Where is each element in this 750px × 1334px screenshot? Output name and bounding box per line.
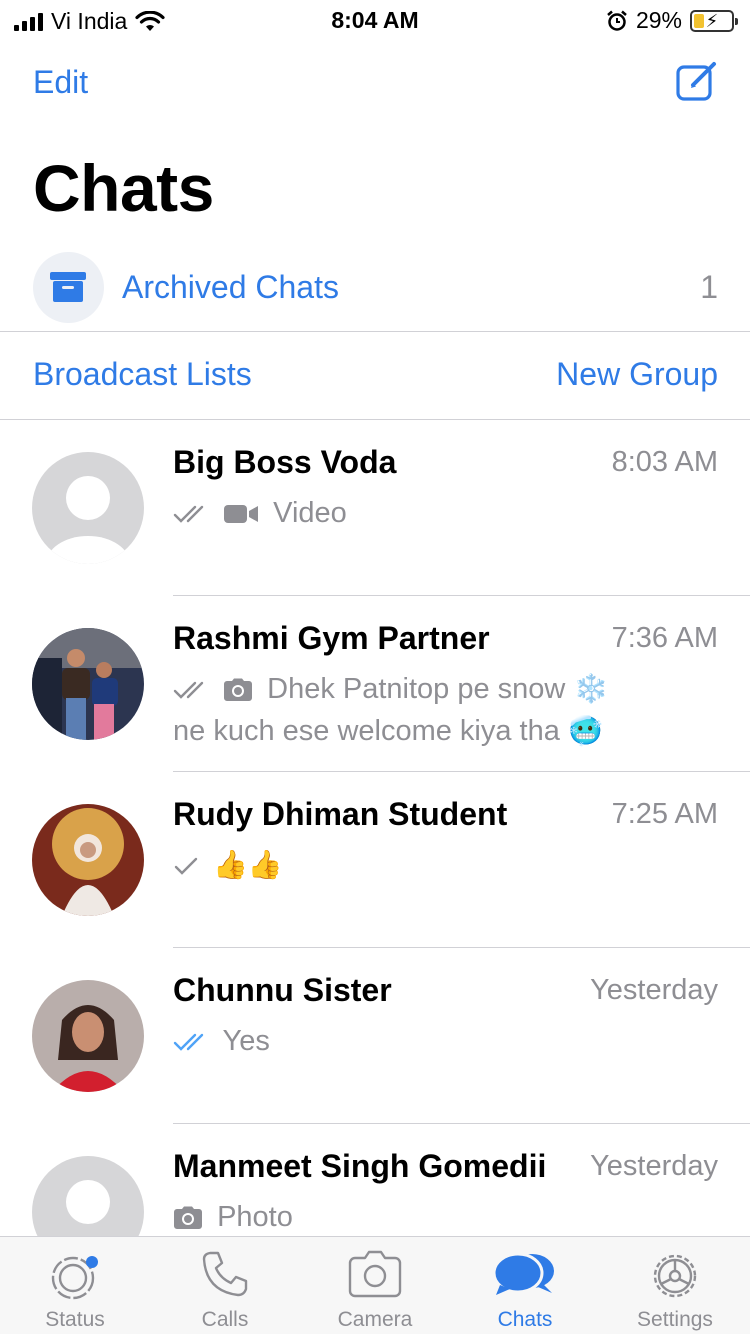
edit-button[interactable]: Edit (33, 64, 88, 101)
archived-chats-row[interactable]: Archived Chats 1 (0, 252, 750, 330)
chat-preview: Video (173, 492, 643, 534)
avatar (32, 628, 144, 740)
chats-icon (492, 1252, 554, 1295)
chat-name: Rudy Dhiman Student (173, 796, 508, 832)
preview-text: Yes (222, 1025, 270, 1057)
chat-row-big-boss-voda[interactable]: Big Boss Voda 8:03 AM Video (0, 420, 750, 596)
tab-status[interactable]: Status (0, 1237, 150, 1334)
tab-label: Camera (337, 1308, 413, 1331)
tab-label: Calls (201, 1308, 249, 1331)
chat-time: Yesterday (590, 1150, 718, 1182)
chat-name: Big Boss Voda (173, 444, 397, 480)
tab-camera[interactable]: Camera (300, 1237, 450, 1334)
tab-label: Status (45, 1308, 105, 1331)
tab-calls[interactable]: Calls (150, 1237, 300, 1334)
snowflake-emoji: ❄️ (573, 673, 609, 704)
chat-row-rudy-dhiman-student[interactable]: Rudy Dhiman Student 7:25 AM 👍👍 (0, 772, 750, 948)
chat-name: Manmeet Singh Gomedii (173, 1148, 547, 1184)
camera-icon (224, 678, 253, 702)
tab-settings[interactable]: Settings (600, 1237, 750, 1334)
broadcast-lists-button[interactable]: Broadcast Lists (33, 356, 252, 393)
chat-preview: Photo (173, 1196, 643, 1238)
status-bar: Vi India 8:04 AM 29% ⚡ (0, 0, 750, 42)
charging-bolt-icon: ⚡ (705, 10, 719, 31)
preview-line-2: ne kuch ese welcome kiya tha 🥶 (173, 710, 643, 752)
preview-text: Dhek Patnitop pe snow (267, 673, 566, 705)
preview-text: Video (273, 497, 347, 529)
single-check-icon (174, 858, 198, 876)
status-icon (51, 1256, 98, 1300)
archived-count: 1 (700, 269, 718, 305)
tab-bar: Status Calls Camera Chats Settings (0, 1236, 750, 1334)
tab-label: Settings (637, 1308, 713, 1331)
double-check-blue-icon (173, 1034, 204, 1052)
chat-row-rashmi-gym-partner[interactable]: Rashmi Gym Partner 7:36 AM Dhek Patnitop… (0, 596, 750, 772)
chat-time: Yesterday (590, 974, 718, 1006)
phone-icon (202, 1251, 248, 1297)
preview-line-1: Dhek Patnitop pe snow ❄️ (173, 668, 643, 710)
new-group-button[interactable]: New Group (556, 356, 718, 393)
video-icon (224, 505, 259, 524)
avatar (32, 804, 144, 916)
archive-icon (50, 272, 86, 302)
chat-preview: Dhek Patnitop pe snow ❄️ ne kuch ese wel… (173, 668, 643, 752)
preview-text: ne kuch ese welcome kiya tha (173, 715, 560, 747)
avatar (32, 452, 144, 564)
chat-name: Chunnu Sister (173, 972, 392, 1008)
chat-preview: Yes (173, 1020, 643, 1062)
chat-name: Rashmi Gym Partner (173, 620, 490, 656)
preview-text: 👍👍 (213, 849, 283, 880)
status-right: 29% ⚡ (606, 7, 738, 34)
archived-chats-label: Archived Chats (122, 269, 339, 305)
alarm-icon (607, 10, 627, 31)
chat-time: 8:03 AM (611, 446, 718, 478)
compose-icon[interactable] (674, 58, 720, 104)
tab-chats[interactable]: Chats (450, 1237, 600, 1334)
chat-preview: 👍👍 (173, 844, 643, 886)
camera-icon (174, 1206, 202, 1230)
page-title: Chats (33, 151, 214, 225)
preview-text: Photo (217, 1201, 293, 1233)
cold-face-emoji: 🥶 (567, 715, 603, 746)
double-check-icon (173, 682, 204, 700)
divider (0, 331, 750, 332)
gear-icon (653, 1254, 697, 1298)
double-check-icon (173, 506, 204, 524)
chat-row-chunnu-sister[interactable]: Chunnu Sister Yesterday Yes (0, 948, 750, 1124)
avatar (32, 980, 144, 1092)
battery-percent: 29% (635, 7, 682, 33)
archive-icon-circle (33, 252, 104, 323)
camera-icon (348, 1250, 402, 1298)
tab-label: Chats (497, 1308, 553, 1331)
chat-time: 7:36 AM (611, 622, 718, 654)
chat-time: 7:25 AM (611, 798, 718, 830)
battery-icon: ⚡ (690, 9, 738, 32)
